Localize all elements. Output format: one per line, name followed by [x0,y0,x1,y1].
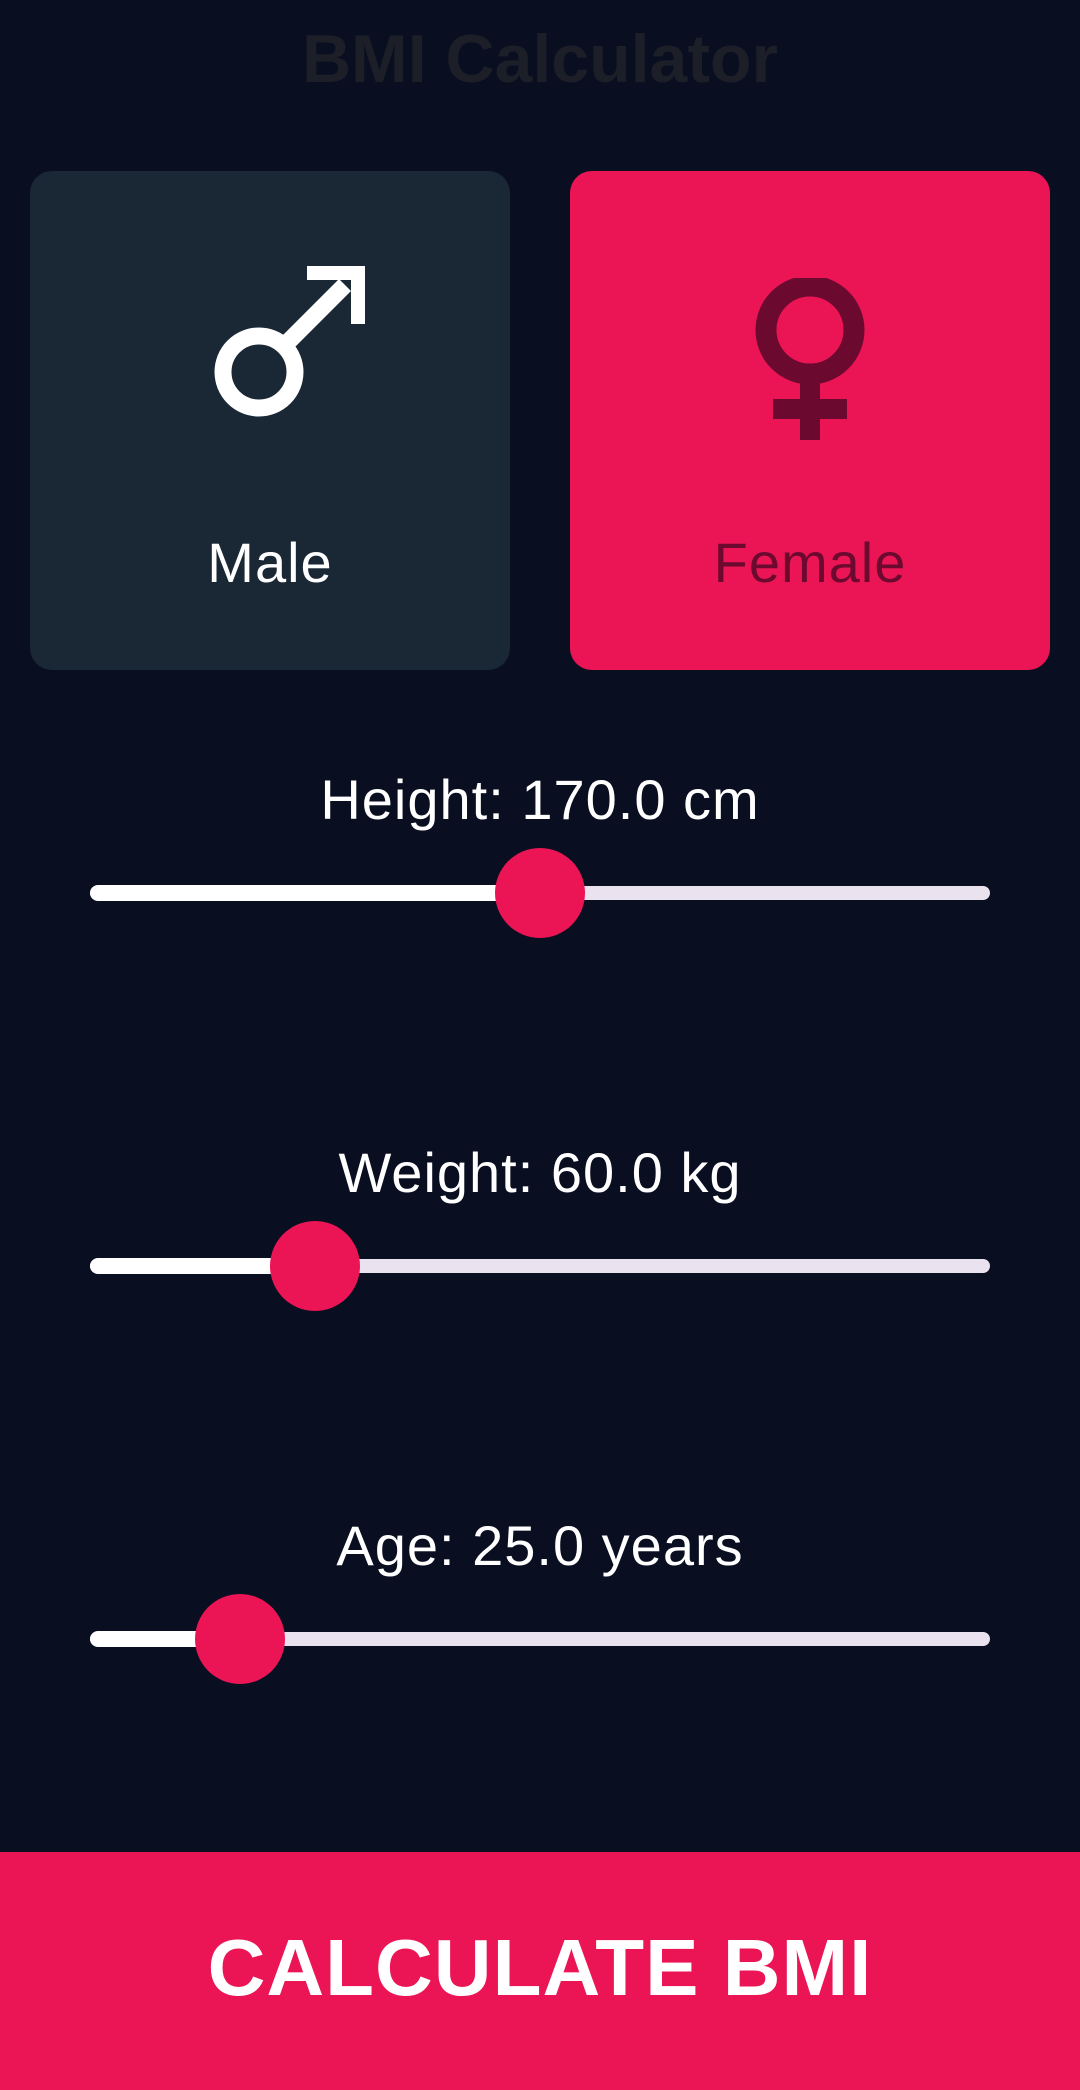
calculate-bmi-label: CALCULATE BMI [207,1923,873,2012]
male-symbol-icon [30,171,510,471]
age-slider-thumb[interactable] [195,1594,286,1684]
weight-slider-track[interactable] [90,1258,990,1274]
female-label: Female [713,531,907,594]
weight-slider-thumb[interactable] [270,1221,360,1311]
weight-label: Weight: 60.0 kg [338,1141,742,1204]
height-slider-fill [90,885,540,901]
male-card[interactable]: Male [30,171,510,670]
app-title: BMI Calculator [301,21,779,97]
female-symbol-icon [570,171,1050,471]
calculate-bmi-button[interactable]: CALCULATE BMI [0,1852,1080,2090]
female-card[interactable]: Female [570,171,1050,670]
age-label: Age: 25.0 years [336,1514,744,1577]
male-label: Male [207,531,333,594]
height-slider-thumb[interactable] [495,848,585,938]
height-label: Height: 170.0 cm [320,768,760,831]
